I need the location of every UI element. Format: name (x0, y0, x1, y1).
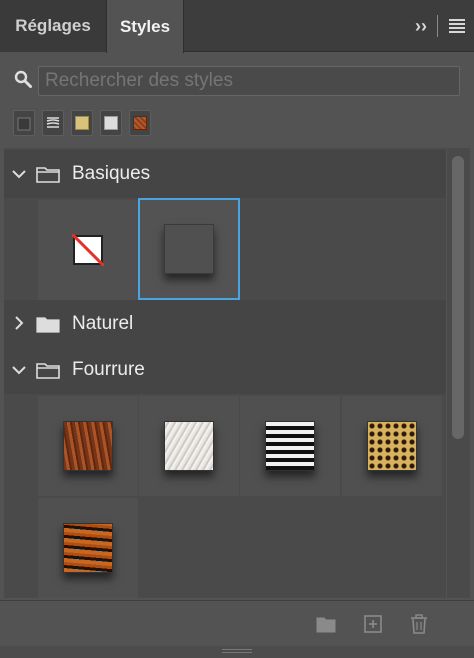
scrollbar-thumb[interactable] (452, 156, 464, 439)
chevron-right-icon[interactable] (4, 315, 34, 333)
group-basiques[interactable]: Basiques (4, 150, 446, 198)
search-input[interactable] (38, 66, 460, 96)
no-style-icon (72, 234, 104, 266)
texture-style-icon[interactable] (100, 110, 122, 136)
white-fur-swatch (164, 421, 214, 471)
resize-grip[interactable] (222, 649, 252, 653)
divider (437, 15, 438, 37)
tiger-fur-swatch (63, 523, 113, 573)
folder-icon (36, 167, 60, 183)
style-white-fur[interactable] (139, 396, 239, 496)
chevron-down-icon[interactable] (4, 166, 34, 182)
tab-reglages[interactable]: Réglages (0, 0, 106, 52)
search-icon (14, 70, 32, 88)
panel-menu-icon[interactable] (448, 18, 466, 34)
panel-footer (0, 600, 474, 646)
group-name: Naturel (72, 313, 134, 334)
tab-styles[interactable]: Styles (106, 0, 184, 53)
panel-tabbar: Réglages Styles ›› (0, 0, 474, 53)
group-name: Basiques (72, 163, 151, 184)
brown-fur-swatch (63, 421, 113, 471)
group-naturel[interactable]: Naturel (4, 300, 446, 348)
style-brown-fur[interactable] (38, 396, 138, 496)
layer-style-icon[interactable] (13, 110, 35, 136)
delete-icon[interactable] (408, 613, 430, 635)
folder-icon (36, 317, 60, 333)
gradient-style-icon[interactable] (42, 110, 64, 136)
new-style-icon[interactable] (362, 613, 384, 635)
new-group-icon[interactable] (315, 613, 337, 635)
drop-shadow-swatch (164, 224, 214, 274)
leopard-fur-swatch (367, 421, 417, 471)
expand-panels-icon[interactable]: ›› (415, 16, 427, 37)
pattern-style-icon[interactable] (129, 110, 151, 136)
style-filter-bar (13, 110, 151, 136)
group-name: Fourrure (72, 359, 145, 380)
tab-actions: ›› (415, 0, 466, 52)
style-tiger-fur[interactable] (38, 498, 138, 598)
color-overlay-icon[interactable] (71, 110, 93, 136)
styles-list: Basiques Naturel Fourrure (4, 148, 446, 598)
style-drop-shadow[interactable] (138, 198, 240, 300)
style-leopard-fur[interactable] (342, 396, 442, 496)
group-fourrure[interactable]: Fourrure (4, 346, 446, 394)
style-zebra-fur[interactable] (240, 396, 340, 496)
style-no-style[interactable] (38, 200, 138, 300)
chevron-down-icon[interactable] (4, 362, 34, 378)
zebra-fur-swatch (265, 421, 315, 471)
folder-icon (36, 363, 60, 379)
